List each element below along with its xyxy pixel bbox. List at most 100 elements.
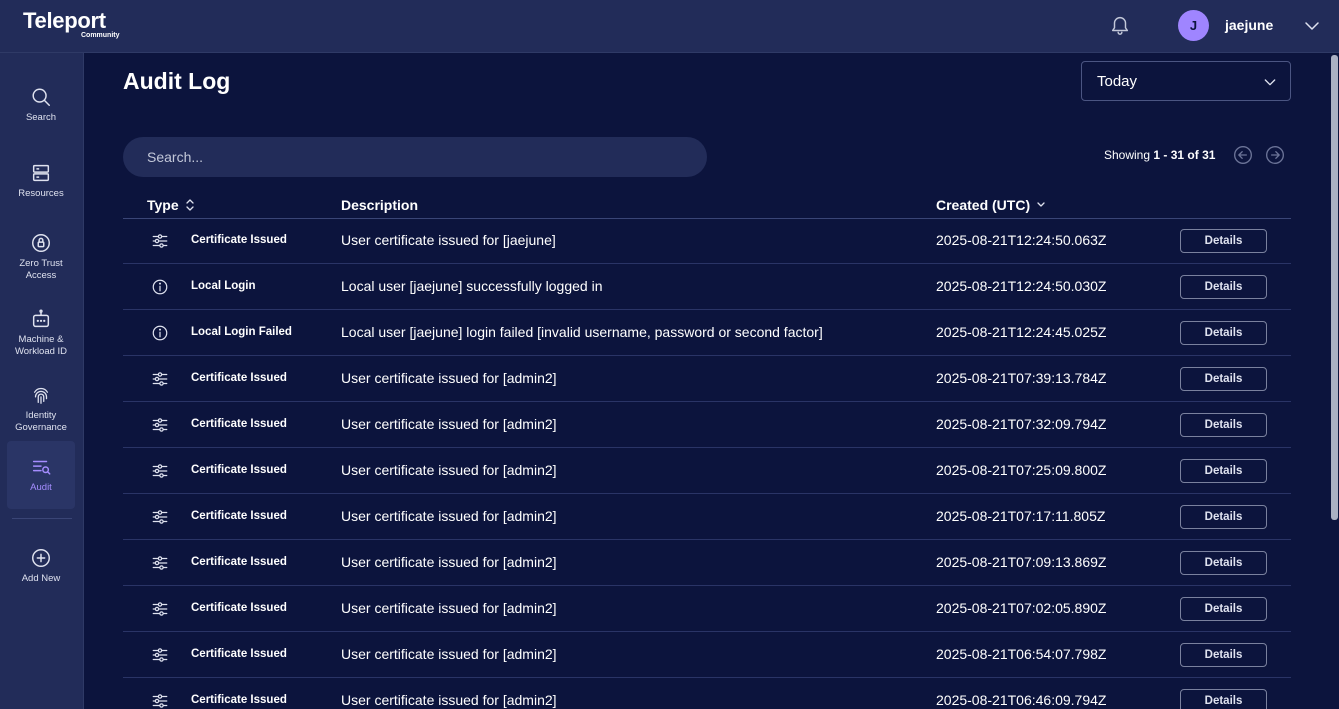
- event-created: 2025-08-21T07:17:11.805Z: [936, 508, 1106, 524]
- table-row: Certificate Issued User certificate issue…: [123, 448, 1291, 494]
- column-header-label: Created (UTC): [936, 197, 1031, 213]
- details-button[interactable]: Details: [1180, 321, 1267, 345]
- next-page-icon[interactable]: [1265, 145, 1285, 165]
- fingerprint-icon: [33, 387, 49, 404]
- info-icon: [152, 325, 168, 341]
- certificate-icon: [152, 648, 168, 662]
- sidebar-item-label: Add New: [21, 573, 61, 584]
- sidebar-item-label: Search: [25, 112, 57, 123]
- sidebar-item-label: Identity Governance: [15, 410, 67, 433]
- certificate-icon: [152, 602, 168, 616]
- details-button[interactable]: Details: [1180, 275, 1267, 299]
- search-icon: [32, 88, 50, 106]
- search-input[interactable]: [123, 137, 707, 177]
- sidebar: Search Resources Zero Trust Access Machi…: [0, 53, 84, 709]
- sidebar-item-resources[interactable]: Resources: [7, 147, 75, 215]
- username[interactable]: jaejune: [1225, 17, 1273, 33]
- event-type: Certificate Issued: [191, 372, 287, 384]
- teleport-logo[interactable]: Teleport Community: [23, 8, 120, 39]
- date-range-select[interactable]: Today: [1081, 61, 1291, 101]
- sidebar-item-identity-governance[interactable]: Identity Governance: [7, 375, 75, 443]
- event-type: Certificate Issued: [191, 556, 287, 568]
- details-button[interactable]: Details: [1180, 367, 1267, 391]
- table-row: Certificate Issued User certificate issue…: [123, 402, 1291, 448]
- event-created: 2025-08-21T07:09:13.869Z: [936, 554, 1107, 570]
- table-row: Certificate Issued User certificate issue…: [123, 494, 1291, 540]
- event-type: Certificate Issued: [191, 694, 287, 706]
- sidebar-item-search[interactable]: Search: [7, 71, 75, 139]
- details-button[interactable]: Details: [1180, 413, 1267, 437]
- audit-icon: [32, 460, 51, 475]
- event-type: Certificate Issued: [191, 234, 287, 246]
- column-header-created[interactable]: Created (UTC): [936, 197, 1046, 213]
- sidebar-item-add-new[interactable]: Add New: [7, 532, 75, 600]
- details-button[interactable]: Details: [1180, 643, 1267, 667]
- details-button[interactable]: Details: [1180, 597, 1267, 621]
- pagination-range: 1 - 31: [1153, 148, 1185, 162]
- plus-circle-icon: [32, 549, 50, 567]
- date-range-value: Today: [1097, 73, 1138, 90]
- logo-edition: Community: [81, 32, 120, 39]
- event-type: Local Login: [191, 280, 256, 292]
- event-created: 2025-08-21T07:32:09.794Z: [936, 416, 1107, 432]
- sort-desc-icon: [1037, 202, 1045, 207]
- event-type: Certificate Issued: [191, 418, 287, 430]
- event-description: User certificate issued for [admin2]: [341, 370, 557, 386]
- event-created: 2025-08-21T06:46:09.794Z: [936, 692, 1107, 708]
- column-header-label: Type: [147, 197, 179, 213]
- event-description: User certificate issued for [admin2]: [341, 692, 557, 708]
- event-description: User certificate issued for [jaejune]: [341, 232, 556, 248]
- event-created: 2025-08-21T12:24:45.025Z: [936, 324, 1107, 340]
- top-bar: Teleport Community J jaejune: [0, 0, 1339, 53]
- certificate-icon: [152, 510, 168, 524]
- sidebar-item-label: Machine & Workload ID: [14, 334, 68, 357]
- certificate-icon: [152, 234, 168, 248]
- pagination-prefix: Showing: [1104, 148, 1151, 162]
- table-row: Certificate Issued User certificate issue…: [123, 218, 1291, 264]
- scrollbar[interactable]: [1330, 53, 1339, 709]
- sidebar-item-zero-trust-access[interactable]: Zero Trust Access: [7, 223, 75, 291]
- details-button[interactable]: Details: [1180, 459, 1267, 483]
- details-button[interactable]: Details: [1180, 229, 1267, 253]
- event-description: User certificate issued for [admin2]: [341, 508, 557, 524]
- event-created: 2025-08-21T07:25:09.800Z: [936, 462, 1107, 478]
- avatar[interactable]: J: [1178, 10, 1209, 41]
- pagination-of: of: [1187, 148, 1199, 162]
- table-row: Certificate Issued User certificate issue…: [123, 678, 1291, 709]
- pagination-summary: Showing 1 - 31 of 31: [1104, 148, 1215, 162]
- certificate-icon: [152, 694, 168, 708]
- logo-text: Teleport: [23, 8, 106, 33]
- sidebar-item-label: Resources: [18, 188, 64, 199]
- certificate-icon: [152, 464, 168, 478]
- event-description: User certificate issued for [admin2]: [341, 416, 557, 432]
- details-button[interactable]: Details: [1180, 689, 1267, 709]
- sidebar-item-machine-workload-id[interactable]: Machine & Workload ID: [7, 299, 75, 367]
- event-type: Certificate Issued: [191, 602, 287, 614]
- event-type: Certificate Issued: [191, 464, 287, 476]
- sidebar-item-label: Zero Trust Access: [19, 258, 63, 281]
- column-header-description: Description: [341, 197, 418, 213]
- event-description: User certificate issued for [admin2]: [341, 646, 557, 662]
- table-row: Local Login Local user [jaejune] successf…: [123, 264, 1291, 310]
- event-description: User certificate issued for [admin2]: [341, 554, 557, 570]
- table-row: Certificate Issued User certificate issue…: [123, 356, 1291, 402]
- scrollbar-thumb[interactable]: [1331, 55, 1338, 520]
- event-description: User certificate issued for [admin2]: [341, 462, 557, 478]
- robot-icon: [32, 309, 50, 328]
- details-button[interactable]: Details: [1180, 505, 1267, 529]
- details-button[interactable]: Details: [1180, 551, 1267, 575]
- column-header-type[interactable]: Type: [147, 197, 195, 213]
- table-row: Certificate Issued User certificate issue…: [123, 540, 1291, 586]
- event-description: Local user [jaejune] login failed [inval…: [341, 324, 823, 340]
- table-row: Local Login Failed Local user [jaejune] l…: [123, 310, 1291, 356]
- zero-trust-icon: [32, 234, 50, 252]
- sort-icon: [185, 199, 194, 211]
- certificate-icon: [152, 418, 168, 432]
- prev-page-icon[interactable]: [1233, 145, 1253, 165]
- sidebar-item-audit[interactable]: Audit: [7, 441, 75, 509]
- bell-icon[interactable]: [1109, 13, 1131, 37]
- chevron-down-icon[interactable]: [1303, 17, 1321, 35]
- info-icon: [152, 279, 168, 295]
- event-description: Local user [jaejune] successfully logged…: [341, 278, 603, 294]
- table-row: Certificate Issued User certificate issue…: [123, 632, 1291, 678]
